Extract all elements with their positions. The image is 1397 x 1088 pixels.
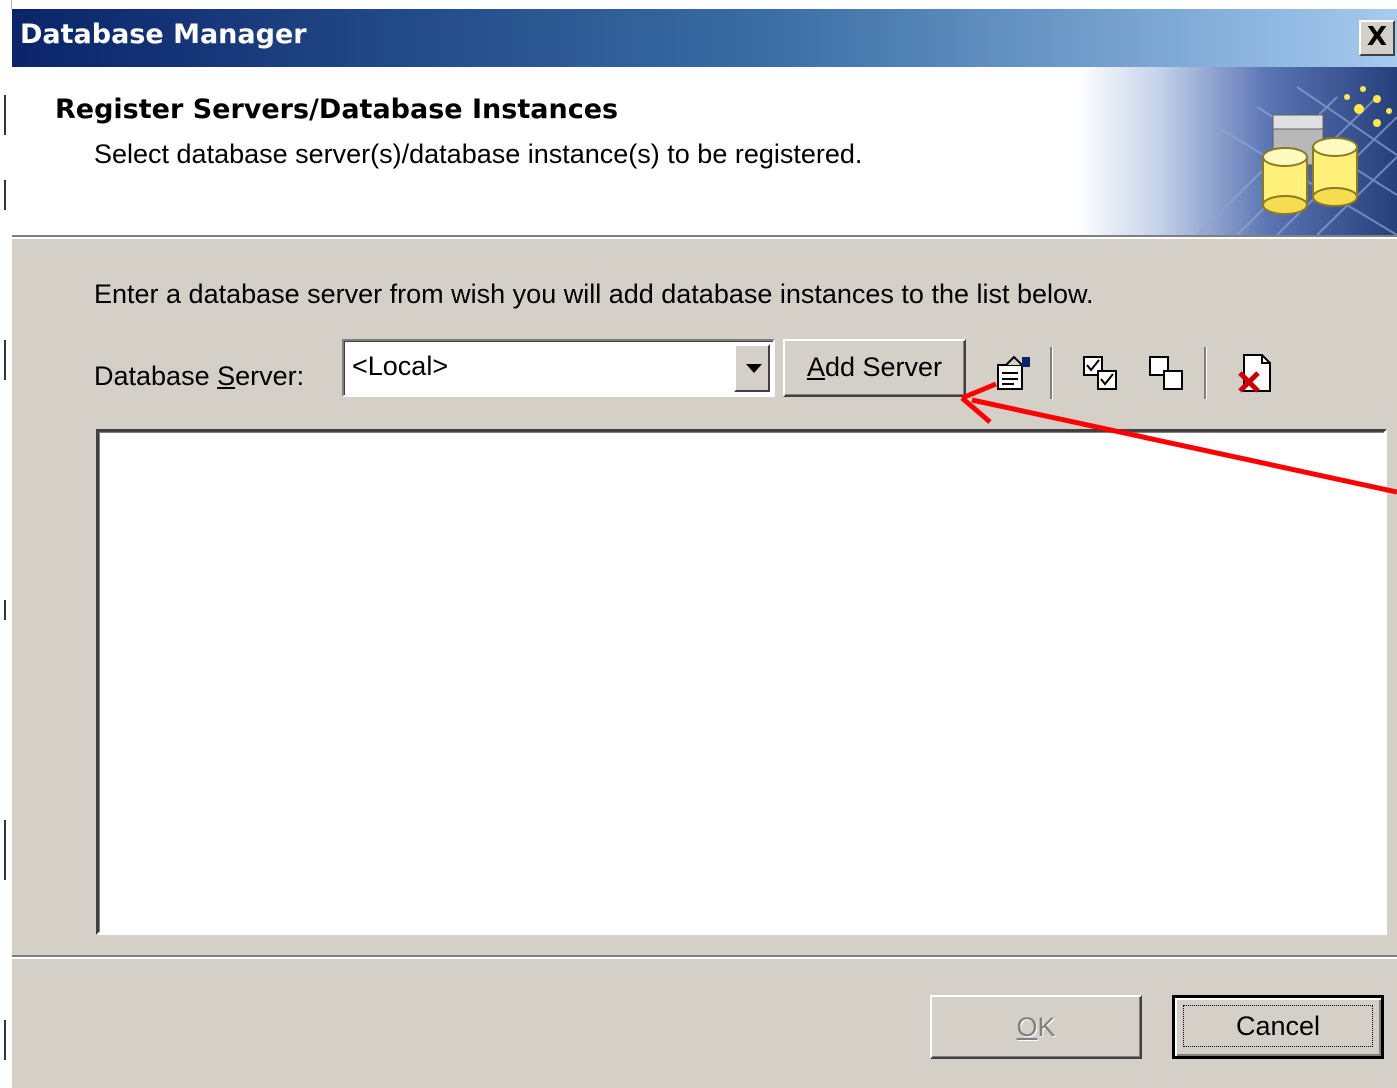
dropdown-arrow-button[interactable] [734,344,770,392]
page-title: Register Servers/Database Instances [55,94,619,125]
database-banner-icon [1077,67,1397,235]
database-manager-dialog: Database Manager X Register Servers/Data… [11,9,1397,1088]
uncheck-all-icon[interactable] [1146,351,1190,395]
check-all-icon[interactable] [1080,351,1124,395]
add-server-button[interactable]: Add Server [783,339,966,397]
toolbar-separator [1204,347,1207,399]
database-server-label: Database Server: [94,361,305,391]
properties-icon[interactable] [992,351,1036,395]
title-bar[interactable]: Database Manager X [12,9,1397,67]
instructions-text: Enter a database server from wish you wi… [94,279,1094,309]
window-title: Database Manager [20,19,307,50]
cancel-button[interactable]: Cancel [1172,995,1384,1059]
footer-divider [12,955,1397,959]
toolbar-separator [1050,347,1053,399]
database-server-value: <Local> [352,351,449,381]
close-button[interactable]: X [1359,20,1395,56]
ok-button[interactable]: OK [930,995,1142,1059]
delete-icon[interactable] [1234,351,1278,395]
wizard-header: Register Servers/Database Instances Sele… [12,67,1397,239]
database-server-combobox[interactable]: <Local> [342,339,775,397]
database-instances-list[interactable] [96,429,1387,935]
page-subtitle: Select database server(s)/database insta… [94,139,863,169]
